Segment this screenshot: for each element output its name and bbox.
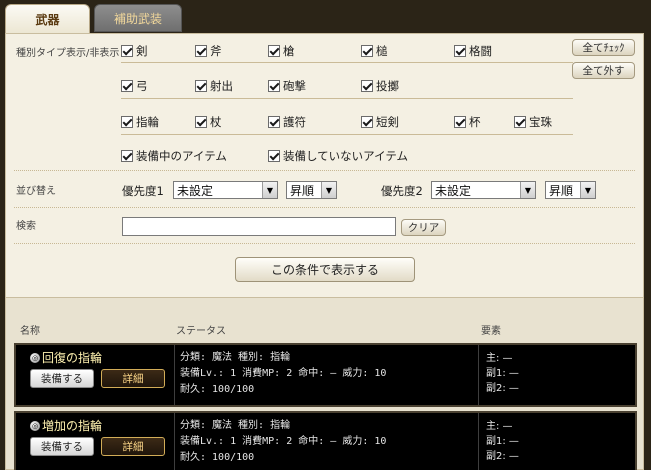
chevron-down-icon[interactable]: ▼ — [580, 182, 595, 198]
uncheck-all-button[interactable]: 全て外す — [572, 62, 635, 79]
checkbox-checked-icon[interactable] — [121, 45, 133, 57]
item-class-type: 分類: 魔法 種別: 指輪 — [180, 420, 291, 431]
show-results-button[interactable]: この条件で表示する — [235, 257, 415, 282]
checkbox-cup[interactable]: 杯 — [454, 114, 481, 130]
checkbox-checked-icon[interactable] — [361, 116, 373, 128]
checkbox-checked-icon[interactable] — [195, 116, 207, 128]
checkbox-checked-icon[interactable] — [268, 45, 280, 57]
checkbox-dagger[interactable]: 短剣 — [361, 114, 399, 130]
detail-button[interactable]: 詳細 — [101, 437, 165, 456]
equip-button[interactable]: 装備する — [30, 437, 94, 456]
tab-weapons[interactable]: 武器 — [5, 4, 90, 34]
column-divider — [478, 413, 479, 470]
item-bullet-icon: ◎ — [30, 420, 40, 431]
row-divider — [121, 62, 573, 63]
checkbox-ring[interactable]: 指輪 — [121, 114, 159, 130]
checkbox-hammer[interactable]: 槌 — [361, 43, 388, 59]
chevron-down-icon[interactable]: ▼ — [262, 182, 277, 198]
priority1-order-select[interactable]: 昇順 ▼ — [286, 181, 337, 199]
type-filter-label: 種別タイプ表示/非表示 — [16, 48, 120, 59]
item-name[interactable]: ◎ 回復の指輪 — [30, 349, 102, 366]
priority1-select[interactable]: 未設定 ▼ — [173, 181, 278, 199]
equip-button[interactable]: 装備する — [30, 369, 94, 388]
checkbox-checked-icon[interactable] — [454, 116, 466, 128]
tab-auxiliary-weapons[interactable]: 補助武装 — [94, 4, 182, 32]
search-panel: 種別タイプ表示/非表示 剣 斧 槍 槌 格闘 全てﾁｪｯｸ 全て外す 弓 射出 … — [5, 33, 644, 470]
checkbox-checked-icon[interactable] — [361, 80, 373, 92]
item-class-type: 分類: 魔法 種別: 指輪 — [180, 352, 291, 363]
checkbox-jewel[interactable]: 宝珠 — [514, 114, 552, 130]
row-divider — [121, 134, 573, 135]
checkbox-fist[interactable]: 格闘 — [454, 43, 492, 59]
item-list: 名称 ステータス 要素 ◎ 回復の指輪 装備する 詳細 分類: 魔法 種別: 指輪… — [6, 297, 643, 470]
chevron-down-icon[interactable]: ▼ — [321, 182, 336, 198]
checkbox-checked-icon[interactable] — [514, 116, 526, 128]
element-sub2: 副2: — — [486, 451, 519, 462]
sort-label: 並び替え — [16, 186, 56, 197]
item-stats: 装備Lv.: 1 消費MP: 2 命中: — 威力: 10 — [180, 368, 387, 379]
section-divider — [14, 170, 635, 171]
element-sub2: 副2: — — [486, 383, 519, 394]
item-bullet-icon: ◎ — [30, 352, 40, 363]
search-label: 検索 — [16, 221, 36, 232]
checkbox-axe[interactable]: 斧 — [195, 43, 222, 59]
search-input[interactable] — [122, 217, 396, 236]
checkbox-checked-icon[interactable] — [454, 45, 466, 57]
section-divider — [14, 243, 635, 244]
column-header-element: 要素 — [481, 326, 501, 337]
element-main: 主: — — [486, 353, 513, 364]
item-stats: 装備Lv.: 1 消費MP: 2 命中: — 威力: 10 — [180, 436, 387, 447]
checkbox-checked-icon[interactable] — [268, 116, 280, 128]
detail-button[interactable]: 詳細 — [101, 369, 165, 388]
priority2-label: 優先度2 — [381, 184, 423, 198]
column-header-status: ステータス — [176, 326, 226, 337]
priority2-select[interactable]: 未設定 ▼ — [431, 181, 536, 199]
checkbox-charm[interactable]: 護符 — [268, 114, 306, 130]
column-divider — [174, 413, 175, 470]
checkbox-not-equipped[interactable]: 装備していないアイテム — [268, 148, 408, 164]
item-durability: 耐久: 100/100 — [180, 452, 255, 463]
checkbox-bow[interactable]: 弓 — [121, 78, 148, 94]
column-header-name: 名称 — [20, 326, 40, 337]
checkbox-checked-icon[interactable] — [195, 45, 207, 57]
checkbox-checked-icon[interactable] — [121, 116, 133, 128]
element-sub1: 副1: — — [486, 368, 519, 379]
chevron-down-icon[interactable]: ▼ — [520, 182, 535, 198]
item-name[interactable]: ◎ 増加の指輪 — [30, 417, 102, 434]
list-item: ◎ 増加の指輪 装備する 詳細 分類: 魔法 種別: 指輪 装備Lv.: 1 消費… — [14, 411, 637, 470]
checkbox-spear[interactable]: 槍 — [268, 43, 295, 59]
checkbox-throw[interactable]: 投擲 — [361, 78, 399, 94]
checkbox-checked-icon[interactable] — [121, 150, 133, 162]
checkbox-checked-icon[interactable] — [195, 80, 207, 92]
column-divider — [174, 345, 175, 405]
list-item: ◎ 回復の指輪 装備する 詳細 分類: 魔法 種別: 指輪 装備Lv.: 1 消費… — [14, 343, 637, 407]
checkbox-shooting[interactable]: 射出 — [195, 78, 233, 94]
section-divider — [14, 207, 635, 208]
checkbox-checked-icon[interactable] — [268, 150, 280, 162]
clear-button[interactable]: クリア — [401, 219, 446, 236]
row-divider — [121, 98, 573, 99]
priority1-label: 優先度1 — [122, 184, 164, 198]
check-all-button[interactable]: 全てﾁｪｯｸ — [572, 39, 635, 56]
checkbox-cannon[interactable]: 砲撃 — [268, 78, 306, 94]
checkbox-checked-icon[interactable] — [268, 80, 280, 92]
element-sub1: 副1: — — [486, 436, 519, 447]
element-main: 主: — — [486, 421, 513, 432]
checkbox-equipped[interactable]: 装備中のアイテム — [121, 148, 227, 164]
priority2-order-select[interactable]: 昇順 ▼ — [545, 181, 596, 199]
checkbox-checked-icon[interactable] — [361, 45, 373, 57]
checkbox-staff[interactable]: 杖 — [195, 114, 222, 130]
column-divider — [478, 345, 479, 405]
checkbox-sword[interactable]: 剣 — [121, 43, 148, 59]
checkbox-checked-icon[interactable] — [121, 80, 133, 92]
item-durability: 耐久: 100/100 — [180, 384, 255, 395]
